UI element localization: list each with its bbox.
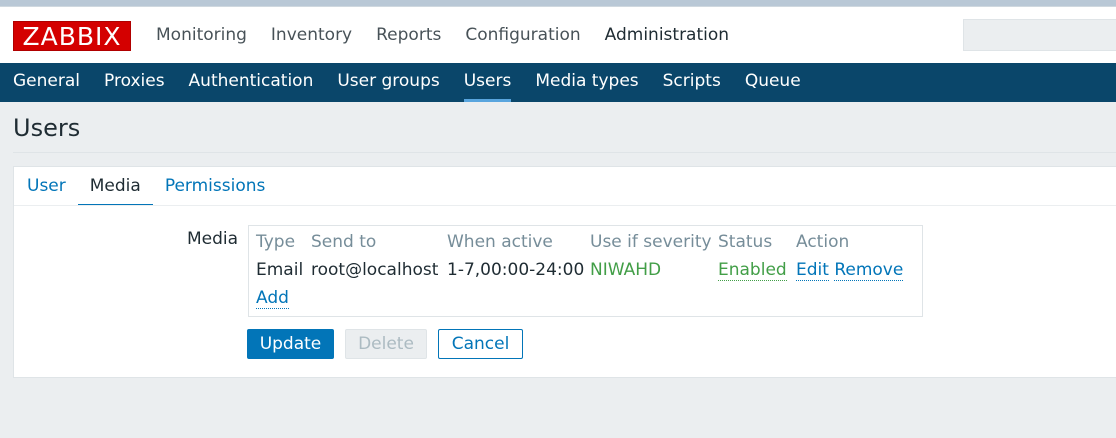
- menu-administration[interactable]: Administration: [593, 7, 741, 63]
- cell-action: Edit Remove: [796, 260, 904, 281]
- cell-send-to: root@localhost: [311, 260, 439, 280]
- menu-reports[interactable]: Reports: [364, 7, 453, 63]
- sub-navigation: General Proxies Authentication User grou…: [0, 63, 1116, 102]
- submenu-media-types[interactable]: Media types: [523, 63, 650, 102]
- remove-link[interactable]: Remove: [834, 260, 904, 281]
- browser-strip: [0, 0, 1116, 7]
- delete-button[interactable]: Delete: [345, 329, 427, 359]
- submenu-authentication[interactable]: Authentication: [177, 63, 326, 102]
- cell-severity: NIWAHD: [590, 260, 662, 280]
- header-severity: Use if severity: [590, 232, 712, 252]
- cell-when-active: 1-7,00:00-24:00: [447, 260, 585, 280]
- title-divider: [13, 152, 1116, 153]
- user-form-panel: User Media Permissions Media Type Send t…: [13, 166, 1116, 378]
- tab-user[interactable]: User: [15, 167, 78, 206]
- submenu-user-groups[interactable]: User groups: [325, 63, 451, 102]
- tab-permissions[interactable]: Permissions: [153, 167, 278, 206]
- tab-media[interactable]: Media: [77, 167, 153, 206]
- header-type: Type: [256, 232, 296, 252]
- header-send-to: Send to: [311, 232, 377, 252]
- header-when-active: When active: [447, 232, 553, 252]
- submenu-scripts[interactable]: Scripts: [651, 63, 733, 102]
- submenu-proxies[interactable]: Proxies: [92, 63, 177, 102]
- menu-inventory[interactable]: Inventory: [259, 7, 364, 63]
- add-media-link[interactable]: Add: [256, 288, 289, 309]
- submenu-users[interactable]: Users: [452, 63, 524, 102]
- add-row: Add: [256, 288, 289, 309]
- cell-status: Enabled: [718, 260, 787, 281]
- search-input[interactable]: [963, 19, 1116, 51]
- zabbix-logo[interactable]: ZABBIX: [13, 21, 131, 51]
- edit-link[interactable]: Edit: [796, 260, 829, 281]
- cell-type: Email: [256, 260, 304, 280]
- submenu-general[interactable]: General: [1, 63, 92, 102]
- top-menu: Monitoring Inventory Reports Configurati…: [144, 7, 741, 63]
- page-title: Users: [13, 114, 81, 142]
- header-action: Action: [796, 232, 850, 252]
- tabs-divider: [14, 205, 1116, 206]
- status-toggle-link[interactable]: Enabled: [718, 260, 787, 281]
- form-tabs: User Media Permissions: [14, 167, 277, 206]
- update-button[interactable]: Update: [247, 329, 334, 359]
- media-table: Type Send to When active Use if severity…: [248, 225, 923, 317]
- menu-monitoring[interactable]: Monitoring: [144, 7, 259, 63]
- submenu-queue[interactable]: Queue: [733, 63, 813, 102]
- media-field-label: Media: [187, 229, 239, 249]
- menu-configuration[interactable]: Configuration: [453, 7, 592, 63]
- top-navigation: ZABBIX Monitoring Inventory Reports Conf…: [0, 7, 1116, 63]
- cancel-button[interactable]: Cancel: [438, 329, 523, 359]
- header-status: Status: [718, 232, 773, 252]
